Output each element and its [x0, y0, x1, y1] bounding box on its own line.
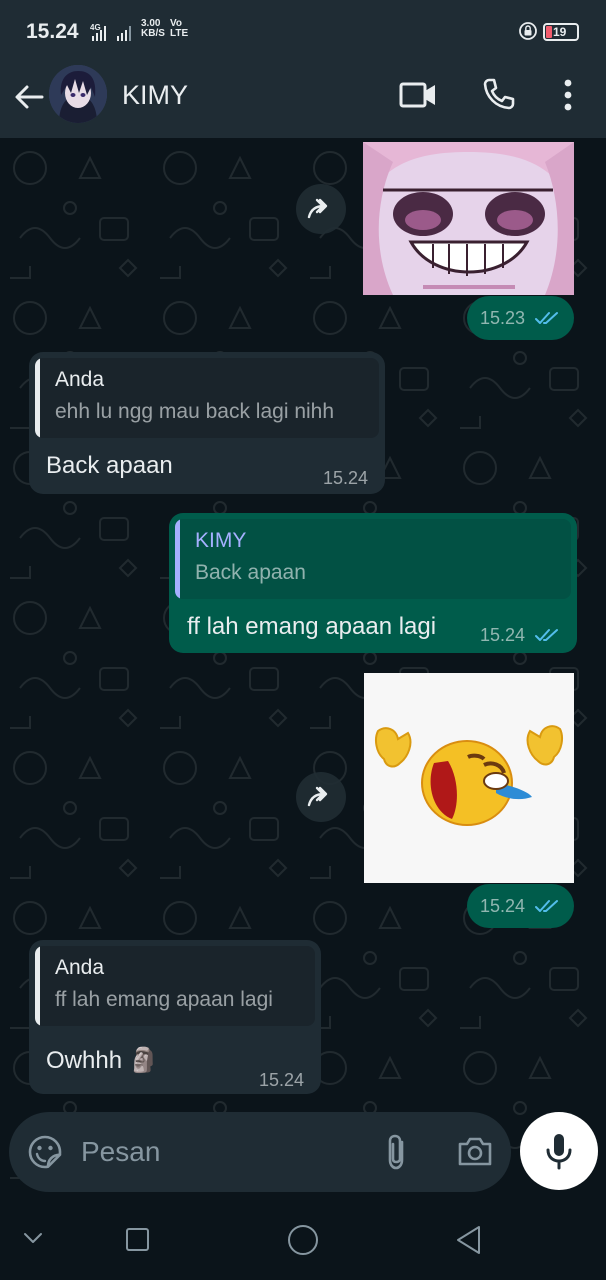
phone-call-icon[interactable] — [480, 76, 516, 112]
signal-icon: 4G — [90, 23, 131, 41]
message-text: Back apaan — [46, 452, 173, 479]
status-time: 15.24 — [26, 20, 79, 43]
quote-author: Anda — [55, 956, 105, 979]
system-navigation-bar — [0, 1200, 606, 1280]
read-receipt-icon — [535, 900, 558, 912]
incoming-message[interactable]: Anda ehh lu ngg mau back lagi nihh Back … — [29, 352, 385, 494]
sticker-message[interactable] — [364, 673, 574, 883]
forward-button[interactable] — [296, 772, 346, 822]
read-receipt-icon — [535, 312, 558, 324]
more-options-icon[interactable] — [556, 76, 580, 114]
contact-name[interactable]: KIMY — [122, 80, 188, 111]
avatar-image — [49, 65, 107, 123]
status-bar: 15.24 4G 3.00 KB/S Vo LTE 19 — [0, 0, 606, 62]
network-speed: 3.00 KB/S — [141, 18, 165, 39]
quote-accent-bar — [35, 946, 40, 1026]
quote-accent-bar — [35, 358, 40, 438]
chat-area[interactable]: 15.23 Anda ehh lu ngg mau back lagi nihh… — [0, 138, 606, 1200]
incoming-message[interactable]: Anda ff lah emang apaan lagi Owhhh 🗿 15.… — [29, 940, 321, 1094]
chat-header: KIMY — [0, 62, 606, 138]
nav-back-icon[interactable] — [454, 1224, 482, 1256]
quote-text: Back apaan — [195, 561, 306, 584]
voice-message-button[interactable] — [520, 1112, 598, 1190]
battery-icon: 19 — [543, 23, 579, 41]
quote-author: KIMY — [195, 529, 247, 552]
quote-text: ehh lu ngg mau back lagi nihh — [55, 400, 335, 423]
message-text: Owhhh 🗿 — [46, 1047, 159, 1074]
home-icon[interactable] — [287, 1224, 319, 1256]
quoted-message[interactable]: KIMY Back apaan — [175, 519, 571, 599]
contact-avatar[interactable] — [49, 65, 107, 123]
message-time: 15.24 — [323, 468, 369, 488]
back-arrow-icon[interactable] — [12, 80, 46, 114]
recents-icon[interactable] — [125, 1227, 150, 1252]
sticker-message[interactable] — [363, 142, 574, 295]
message-composer — [9, 1112, 511, 1192]
quote-text: ff lah emang apaan lagi — [55, 988, 273, 1011]
battery-level: 19 — [553, 25, 567, 39]
svg-text:4G: 4G — [90, 23, 101, 32]
message-text: ff lah emang apaan lagi — [187, 613, 437, 640]
attachment-icon[interactable] — [381, 1132, 413, 1172]
outgoing-message[interactable]: KIMY Back apaan ff lah emang apaan lagi … — [169, 513, 577, 653]
microphone-icon — [546, 1134, 572, 1170]
read-receipt-icon — [535, 629, 558, 641]
forward-icon — [307, 198, 328, 219]
chevron-down-icon[interactable] — [22, 1230, 44, 1246]
video-call-icon[interactable] — [398, 78, 438, 112]
forward-icon — [307, 786, 328, 807]
message-time: 15.23 — [480, 308, 526, 328]
anime-face-sticker-icon — [363, 142, 574, 295]
quoted-message[interactable]: Anda ff lah emang apaan lagi — [35, 946, 315, 1026]
message-time: 15.24 — [259, 1070, 305, 1090]
volte-indicator: Vo LTE — [170, 18, 189, 39]
message-time: 15.24 — [480, 625, 526, 645]
forward-button[interactable] — [296, 184, 346, 234]
message-input[interactable] — [81, 1130, 361, 1174]
laughing-emoji-sticker-icon — [364, 673, 574, 883]
battery-level-fill — [546, 26, 552, 38]
message-time-chip: 15.24 — [467, 884, 574, 928]
quote-author: Anda — [55, 368, 105, 391]
sticker-emoji-icon[interactable] — [27, 1134, 63, 1170]
lock-icon — [519, 22, 537, 40]
message-time-chip: 15.23 — [467, 296, 574, 340]
message-time: 15.24 — [480, 896, 526, 916]
quoted-message[interactable]: Anda ehh lu ngg mau back lagi nihh — [35, 358, 379, 438]
quote-accent-bar — [175, 519, 180, 599]
camera-icon[interactable] — [457, 1134, 493, 1168]
